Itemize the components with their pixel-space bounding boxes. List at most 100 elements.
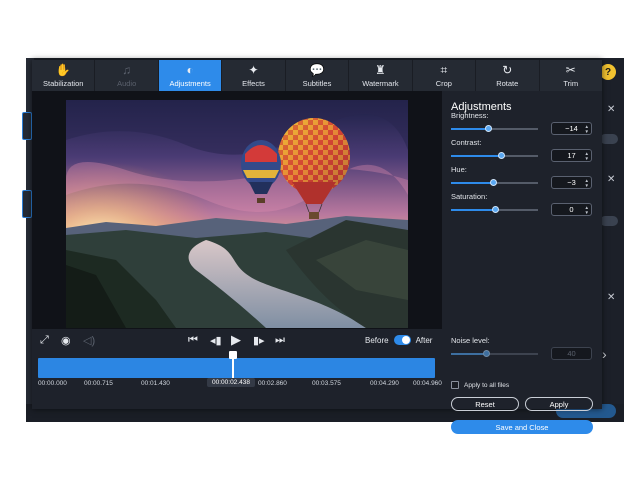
hot-air-balloons-landscape-image: Auto contrastAuto white balanceMagic Enh…	[66, 100, 408, 328]
saturation-slider[interactable]	[451, 206, 538, 213]
tab-stabilization[interactable]: ✋ Stabilization	[32, 60, 96, 91]
close-icon[interactable]: ✕	[607, 174, 615, 185]
saturation-label: Saturation:	[451, 192, 488, 201]
saturation-slider-thumb[interactable]	[491, 206, 499, 213]
background-file-item[interactable]	[22, 190, 32, 218]
brightness-slider[interactable]	[451, 125, 538, 132]
noise-level-fill	[451, 353, 486, 355]
checkbox-box[interactable]	[451, 381, 459, 389]
tab-label: Effects	[242, 79, 265, 88]
saturation-stepper[interactable]: 0 ▲ ▼	[551, 203, 592, 216]
contrast-slider-fill	[451, 155, 502, 157]
apply-to-all-files-checkbox[interactable]: Apply to all files	[451, 381, 509, 389]
before-after-toggle[interactable]: Before After	[365, 335, 432, 345]
rotate-icon: ↻	[502, 63, 513, 77]
tab-trim[interactable]: ✂ Trim	[540, 60, 602, 91]
noise-level-thumb[interactable]	[482, 350, 490, 357]
tab-adjustments[interactable]: ◐ Adjustments	[158, 60, 223, 91]
adjustments-contrast-icon: ◐	[186, 63, 194, 77]
crop-icon: ⌗	[440, 63, 448, 77]
apply-button[interactable]: Apply	[525, 397, 593, 411]
current-time-readout: 00:00:02.438	[207, 378, 255, 387]
stepper-arrows-icon[interactable]: ▲ ▼	[585, 123, 589, 134]
fullscreen-icon[interactable]: ⤢	[40, 334, 49, 347]
tab-label: Audio	[117, 79, 137, 88]
contrast-value: 17	[567, 151, 576, 160]
play-icon[interactable]: ▶	[231, 332, 241, 348]
timeline-tick-label: 00:03.575	[312, 380, 341, 387]
brightness-stepper[interactable]: −14 ▲ ▼	[551, 122, 592, 135]
brightness-label: Brightness:	[451, 111, 489, 120]
timeline-tick-label: 00:04.290	[370, 380, 399, 387]
next-frame-icon[interactable]: ▮▸	[253, 334, 265, 347]
contrast-stepper[interactable]: 17 ▲ ▼	[551, 149, 592, 162]
close-icon[interactable]: ✕	[607, 104, 615, 115]
saturation-slider-fill	[451, 209, 495, 211]
brightness-slider-fill	[451, 128, 489, 130]
skip-to-start-icon[interactable]: ⏮	[188, 334, 198, 347]
tab-label: Subtitles	[302, 79, 332, 88]
hue-label: Hue:	[451, 165, 467, 174]
snapshot-camera-icon[interactable]: ◉	[61, 334, 71, 347]
contrast-slider[interactable]	[451, 152, 538, 159]
stepper-arrows-icon[interactable]: ▲ ▼	[585, 150, 589, 161]
brightness-slider-thumb[interactable]	[485, 125, 493, 132]
tab-label: Watermark	[362, 79, 399, 88]
tab-effects[interactable]: ✦ Effects	[222, 60, 286, 91]
tab-audio[interactable]: ♫ Audio	[95, 60, 159, 91]
before-after-switch[interactable]	[393, 335, 411, 345]
hue-slider-fill	[451, 182, 493, 184]
subtitles-bubble-icon: 💬	[309, 63, 325, 77]
previous-frame-icon[interactable]: ◂▮	[210, 334, 222, 347]
before-label: Before	[365, 335, 389, 345]
reset-button[interactable]: Reset	[451, 397, 519, 411]
audio-note-icon: ♫	[122, 63, 132, 77]
hue-slider-thumb[interactable]	[489, 179, 497, 186]
timeline-tick-label: 00:01.430	[141, 380, 170, 387]
saturation-value: 0	[569, 205, 574, 214]
tab-label: Adjustments	[169, 79, 211, 88]
preview-frame-image: Auto contrastAuto white balanceMagic Enh…	[66, 100, 408, 328]
tab-watermark[interactable]: ♜ Watermark	[349, 60, 413, 91]
chevron-right-icon[interactable]: ›	[602, 346, 607, 362]
stepper-arrows-icon[interactable]: ▲ ▼	[585, 204, 589, 215]
trim-scissors-icon: ✂	[565, 63, 576, 77]
noise-level-value: 40	[567, 349, 576, 358]
tab-label: Crop	[435, 79, 452, 88]
contrast-slider-thumb[interactable]	[498, 152, 506, 159]
tab-crop[interactable]: ⌗ Crop	[413, 60, 477, 91]
tab-label: Rotate	[496, 79, 519, 88]
hue-stepper[interactable]: −3 ▲ ▼	[551, 176, 592, 189]
contrast-label: Contrast:	[451, 138, 482, 147]
brightness-value: −14	[565, 124, 578, 133]
effects-wand-icon: ✦	[248, 63, 259, 77]
player-controls: ⤢ ◉ ◁) ⏮ ◂▮ ▶ ▮▸ ⏭ Before After	[32, 330, 442, 352]
tab-label: Trim	[563, 79, 579, 88]
save-and-close-button[interactable]: Save and Close	[451, 420, 593, 434]
stepper-arrows-icon[interactable]: ▲ ▼	[585, 177, 589, 188]
noise-level-slider[interactable]	[451, 350, 538, 357]
skip-to-end-icon[interactable]: ⏭	[275, 334, 285, 347]
hue-slider[interactable]	[451, 179, 538, 186]
close-icon[interactable]: ✕	[607, 292, 615, 303]
tool-tabbar: ✋ Stabilization ♫ Audio ◐ Adjustments ✦ Effects…	[32, 60, 602, 91]
stabilization-hand-icon: ✋	[55, 63, 71, 77]
after-label: After	[415, 335, 433, 345]
background-toggle[interactable]	[600, 134, 618, 144]
timeline-tick-label: 00:02.860	[258, 380, 287, 387]
apply-to-all-files-label: Apply to all files	[464, 381, 510, 389]
background-file-item[interactable]	[22, 112, 32, 140]
timeline-playhead[interactable]	[228, 351, 237, 381]
adjustments-panel: Adjustments Brightness: −14 ▲ ▼ Contrast: 17 ▲…	[442, 91, 602, 434]
tab-rotate[interactable]: ↻ Rotate	[476, 60, 540, 91]
timeline-tick-label: 00:00.000	[38, 380, 67, 387]
noise-level-label: Noise level:	[451, 336, 490, 345]
help-icon[interactable]: ?	[600, 64, 616, 80]
tab-label: Stabilization	[42, 79, 84, 88]
background-toggle[interactable]	[600, 216, 618, 226]
video-preview: Auto contrastAuto white balanceMagic Enh…	[32, 91, 442, 329]
volume-icon[interactable]: ◁)	[83, 334, 95, 347]
tab-subtitles[interactable]: 💬 Subtitles	[286, 60, 350, 91]
timeline-track[interactable]	[38, 358, 435, 378]
adjustments-dialog: ✋ Stabilization ♫ Audio ◐ Adjustments ✦ Effects…	[32, 60, 602, 434]
